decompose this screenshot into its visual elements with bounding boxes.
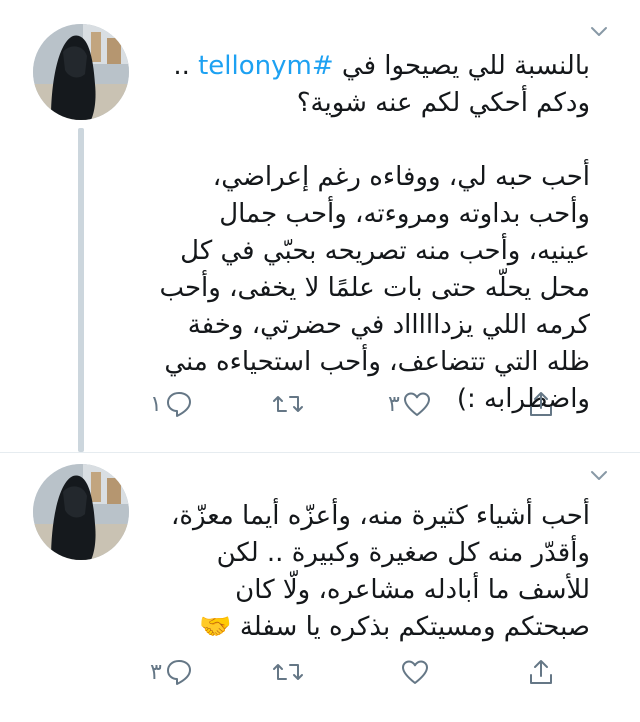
share-icon — [526, 657, 556, 687]
retweet-icon — [272, 389, 304, 419]
retweet-icon — [272, 657, 304, 687]
share-icon — [526, 389, 556, 419]
reply-icon — [164, 389, 194, 419]
retweet-button[interactable] — [272, 384, 316, 424]
chevron-down-icon[interactable] — [588, 20, 610, 42]
tweet-text-start: بالنسبة للي يصيحوا في — [333, 51, 590, 81]
tweet-text: بالنسبة للي يصيحوا في #tellonym .. ودكم … — [150, 48, 590, 418]
tweet-1[interactable]: بالنسبة للي يصيحوا في #tellonym .. ودكم … — [0, 0, 640, 452]
tweet-text-rest: .. ودكم أحكي لكم عنه شوية؟ أحب حبه لي، و… — [159, 51, 590, 414]
avatar[interactable] — [33, 24, 129, 120]
heart-icon — [402, 389, 432, 419]
tweet-text: أحب أشياء كثيرة منه، وأعزّه أيما معزّة، … — [162, 501, 590, 642]
tweet-actions: ٣ — [150, 652, 590, 692]
thread-line — [78, 128, 84, 452]
share-button[interactable] — [526, 384, 556, 424]
reply-count: ١ — [150, 391, 162, 417]
share-button[interactable] — [526, 652, 556, 692]
heart-icon — [400, 657, 430, 687]
reply-count: ٣ — [150, 659, 162, 685]
like-button[interactable] — [388, 652, 430, 692]
like-count: ٣ — [388, 391, 400, 417]
like-button[interactable]: ٣ — [388, 384, 432, 424]
retweet-button[interactable] — [272, 652, 316, 692]
hashtag-link[interactable]: #tellonym — [198, 51, 334, 81]
chevron-down-icon[interactable] — [588, 464, 610, 486]
reply-button[interactable]: ٣ — [150, 652, 194, 692]
tweet-2[interactable]: أحب أشياء كثيرة منه، وأعزّه أيما معزّة، … — [0, 452, 640, 722]
reply-icon — [164, 657, 194, 687]
tweet-actions: ١ ٣ — [150, 384, 590, 424]
avatar[interactable] — [33, 464, 129, 560]
reply-button[interactable]: ١ — [150, 384, 194, 424]
